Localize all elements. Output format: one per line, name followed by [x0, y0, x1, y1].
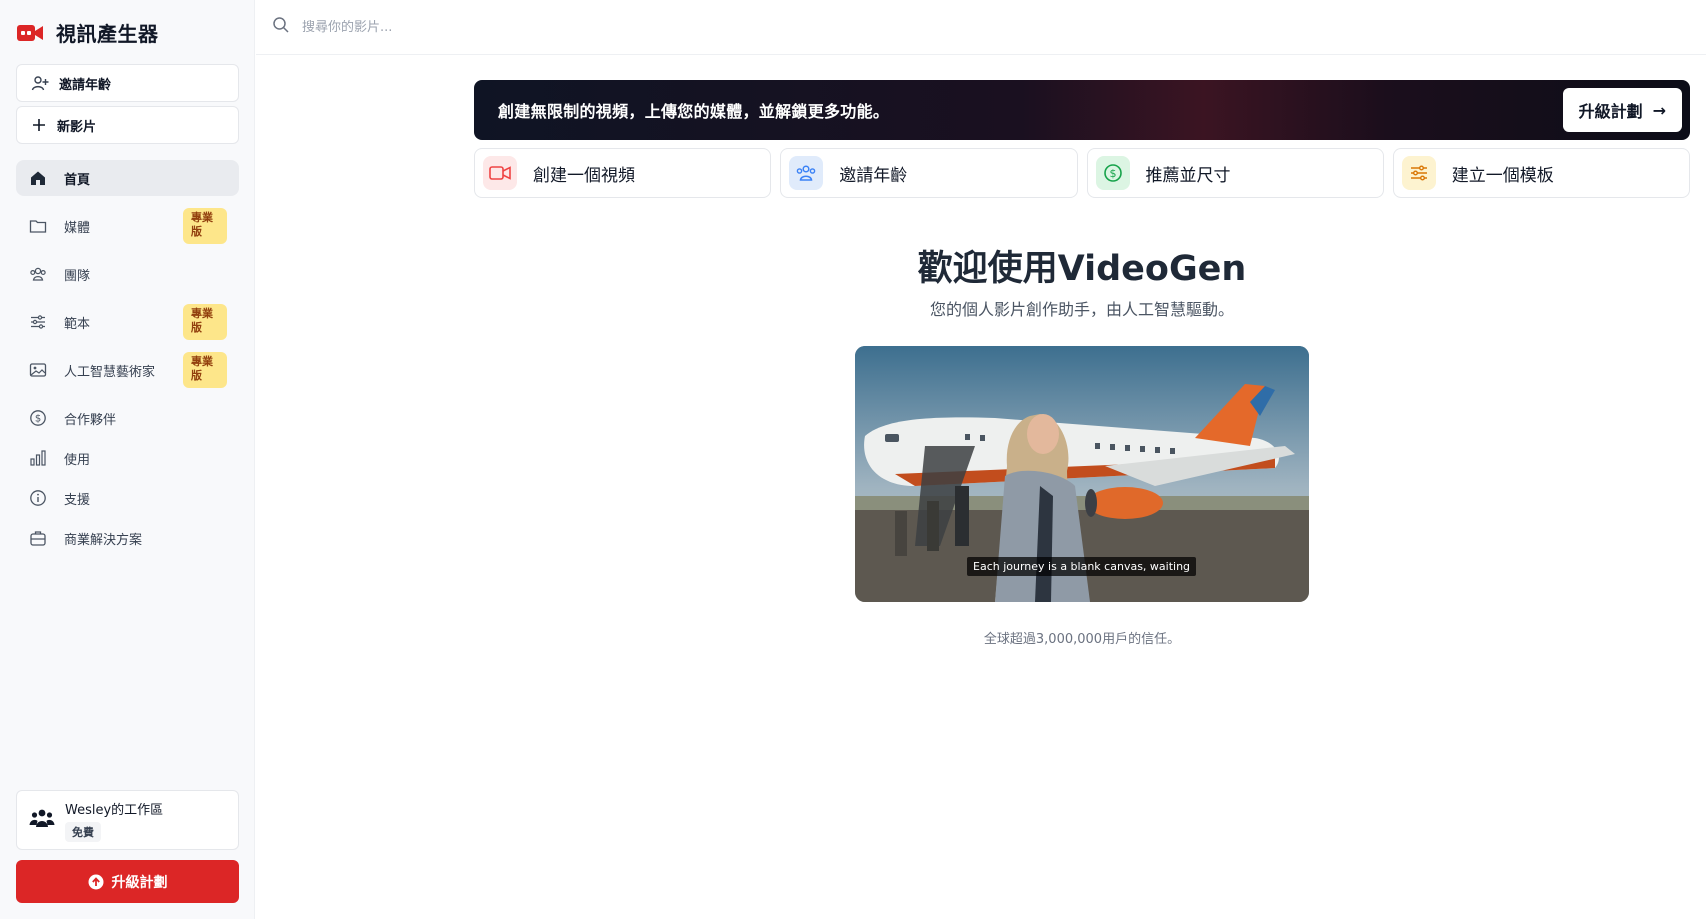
sidebar-item-team[interactable]: 團隊 [16, 256, 239, 292]
sidebar-item-label: 媒體 [64, 220, 91, 236]
card-label: 推薦並尺寸 [1145, 165, 1231, 186]
video-icon [483, 156, 517, 190]
sidebar-item-support[interactable]: 支援 [16, 480, 239, 516]
new-video-button[interactable]: 新影片 [16, 106, 239, 144]
dollar-circle-icon: $ [28, 408, 48, 428]
sidebar-item-label: 支援 [64, 492, 91, 508]
image-icon [28, 360, 48, 380]
demo-video[interactable]: Each journey is a blank canvas, waiting [855, 346, 1309, 602]
sidebar-item-label: 商業解決方案 [64, 532, 143, 548]
sidebar-item-home[interactable]: 首頁 [16, 160, 239, 196]
sidebar-item-media[interactable]: 媒體 專業版 [16, 208, 239, 244]
search-icon [272, 16, 290, 38]
workspace-name: Wesley的工作區 [65, 802, 164, 818]
plus-icon [33, 119, 45, 131]
card-label: 邀請年齡 [839, 165, 908, 186]
invite-card[interactable]: 邀請年齡 [780, 148, 1078, 198]
sliders-icon [1401, 156, 1436, 190]
folder-icon [28, 216, 48, 236]
banner-upgrade-button[interactable]: 升級計劃 → [1562, 88, 1682, 132]
create-video-card[interactable]: 創建一個視頻 [474, 148, 772, 198]
pro-badge: 專業版 [183, 208, 227, 244]
sidebar-item-label: 團隊 [64, 268, 91, 284]
sliders-icon [28, 312, 48, 332]
welcome-subtitle: 您的個人影片創作助手，由人工智慧驅動。 [929, 300, 1234, 319]
workspace-switcher[interactable]: Wesley的工作區 免費 [16, 790, 239, 850]
pro-badge: 專業版 [183, 352, 227, 388]
banner-upgrade-label: 升級計劃 [1578, 102, 1643, 121]
svg-text:$: $ [35, 414, 41, 425]
users-icon [789, 156, 824, 190]
create-template-card[interactable]: 建立一個模板 [1392, 148, 1690, 198]
video-caption: Each journey is a blank canvas, waiting [967, 557, 1197, 576]
sidebar-item-ai-artist[interactable]: 人工智慧藝術家 專業版 [16, 352, 239, 388]
sidebar-item-label: 使用 [64, 452, 91, 468]
sidebar-nav: 首頁 媒體 專業版 團隊 範本 專業版 人工智慧藝術家 專業版 $ 合作夥伴 使… [16, 160, 239, 556]
search-input[interactable] [302, 19, 702, 35]
sidebar-item-usage[interactable]: 使用 [16, 440, 239, 476]
pro-badge: 專業版 [183, 304, 227, 340]
brand[interactable]: 視訊產生器 [16, 18, 159, 47]
video-camera-icon [16, 19, 44, 47]
new-video-button-label: 新影片 [57, 119, 97, 135]
bar-chart-icon [28, 448, 48, 468]
dollar-circle-icon: $ [1095, 156, 1130, 190]
upgrade-plan-label: 升級計劃 [111, 874, 168, 891]
info-icon [28, 488, 48, 508]
card-label: 建立一個模板 [1451, 165, 1554, 186]
invite-button[interactable]: 邀請年齡 [16, 64, 239, 102]
upgrade-banner: 創建無限制的視頻，上傳您的媒體，並解鎖更多功能。 升級計劃 → [474, 80, 1690, 140]
sidebar-item-business[interactable]: 商業解決方案 [16, 520, 239, 556]
sidebar: 視訊產生器 邀請年齡 新影片 首頁 媒體 專業版 團隊 範本 專業版 人工智慧藝… [0, 0, 255, 919]
user-plus-icon [31, 76, 49, 91]
brand-title: 視訊產生器 [56, 22, 159, 46]
trust-text: 全球超過3,000,000用戶的信任。 [983, 632, 1181, 647]
banner-text: 創建無限制的視頻，上傳您的媒體，並解鎖更多功能。 [498, 102, 890, 121]
card-label: 創建一個視頻 [533, 165, 635, 186]
invite-button-label: 邀請年齡 [59, 77, 112, 93]
users-icon [28, 264, 48, 284]
upgrade-plan-button[interactable]: 升級計劃 [16, 860, 239, 903]
plan-badge: 免費 [65, 821, 101, 842]
quick-actions: 創建一個視頻 邀請年齡 $ 推薦並尺寸 建立一個模板 [474, 148, 1690, 198]
sidebar-item-label: 人工智慧藝術家 [64, 364, 156, 380]
topbar [256, 0, 1706, 55]
welcome-title: 歡迎使用VideoGen [917, 249, 1247, 289]
sidebar-item-partners[interactable]: $ 合作夥伴 [16, 400, 239, 436]
svg-text:$: $ [1109, 167, 1116, 180]
sidebar-item-label: 範本 [64, 316, 91, 332]
arrow-right-icon: → [1652, 100, 1666, 120]
sidebar-item-templates[interactable]: 範本 專業版 [16, 304, 239, 340]
arrow-up-circle-icon [88, 874, 103, 889]
sidebar-item-label: 首頁 [64, 172, 91, 188]
sidebar-item-label: 合作夥伴 [64, 412, 117, 428]
home-icon [28, 168, 48, 188]
team-icon [29, 807, 55, 833]
referral-card[interactable]: $ 推薦並尺寸 [1086, 148, 1384, 198]
briefcase-icon [28, 528, 48, 548]
